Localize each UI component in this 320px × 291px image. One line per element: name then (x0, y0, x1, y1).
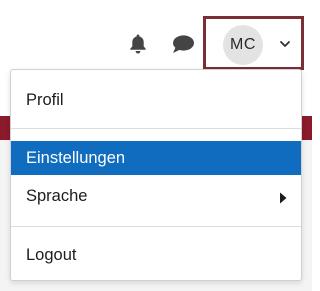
caret-right-icon (279, 190, 287, 204)
menu-divider (11, 128, 301, 129)
menu-item-label: Profil (26, 90, 64, 109)
avatar[interactable]: MC (223, 25, 263, 65)
menu-item-language[interactable]: Sprache (11, 179, 301, 213)
menu-item-label: Sprache (26, 186, 88, 205)
user-menu-toggle[interactable]: MC (203, 16, 304, 70)
user-dropdown-menu: Profil Einstellungen Sprache Logout (10, 69, 302, 281)
menu-item-logout[interactable]: Logout (11, 238, 301, 272)
menu-item-label: Einstellungen (26, 148, 126, 167)
menu-item-profile[interactable]: Profil (11, 83, 301, 117)
avatar-initials: MC (230, 36, 256, 53)
menu-item-settings[interactable]: Einstellungen (11, 141, 301, 175)
menu-item-label: Logout (26, 245, 77, 264)
chat-icon[interactable] (171, 34, 195, 54)
bell-icon[interactable] (128, 33, 148, 55)
menu-divider (11, 226, 301, 227)
chevron-down-icon[interactable] (278, 37, 292, 51)
